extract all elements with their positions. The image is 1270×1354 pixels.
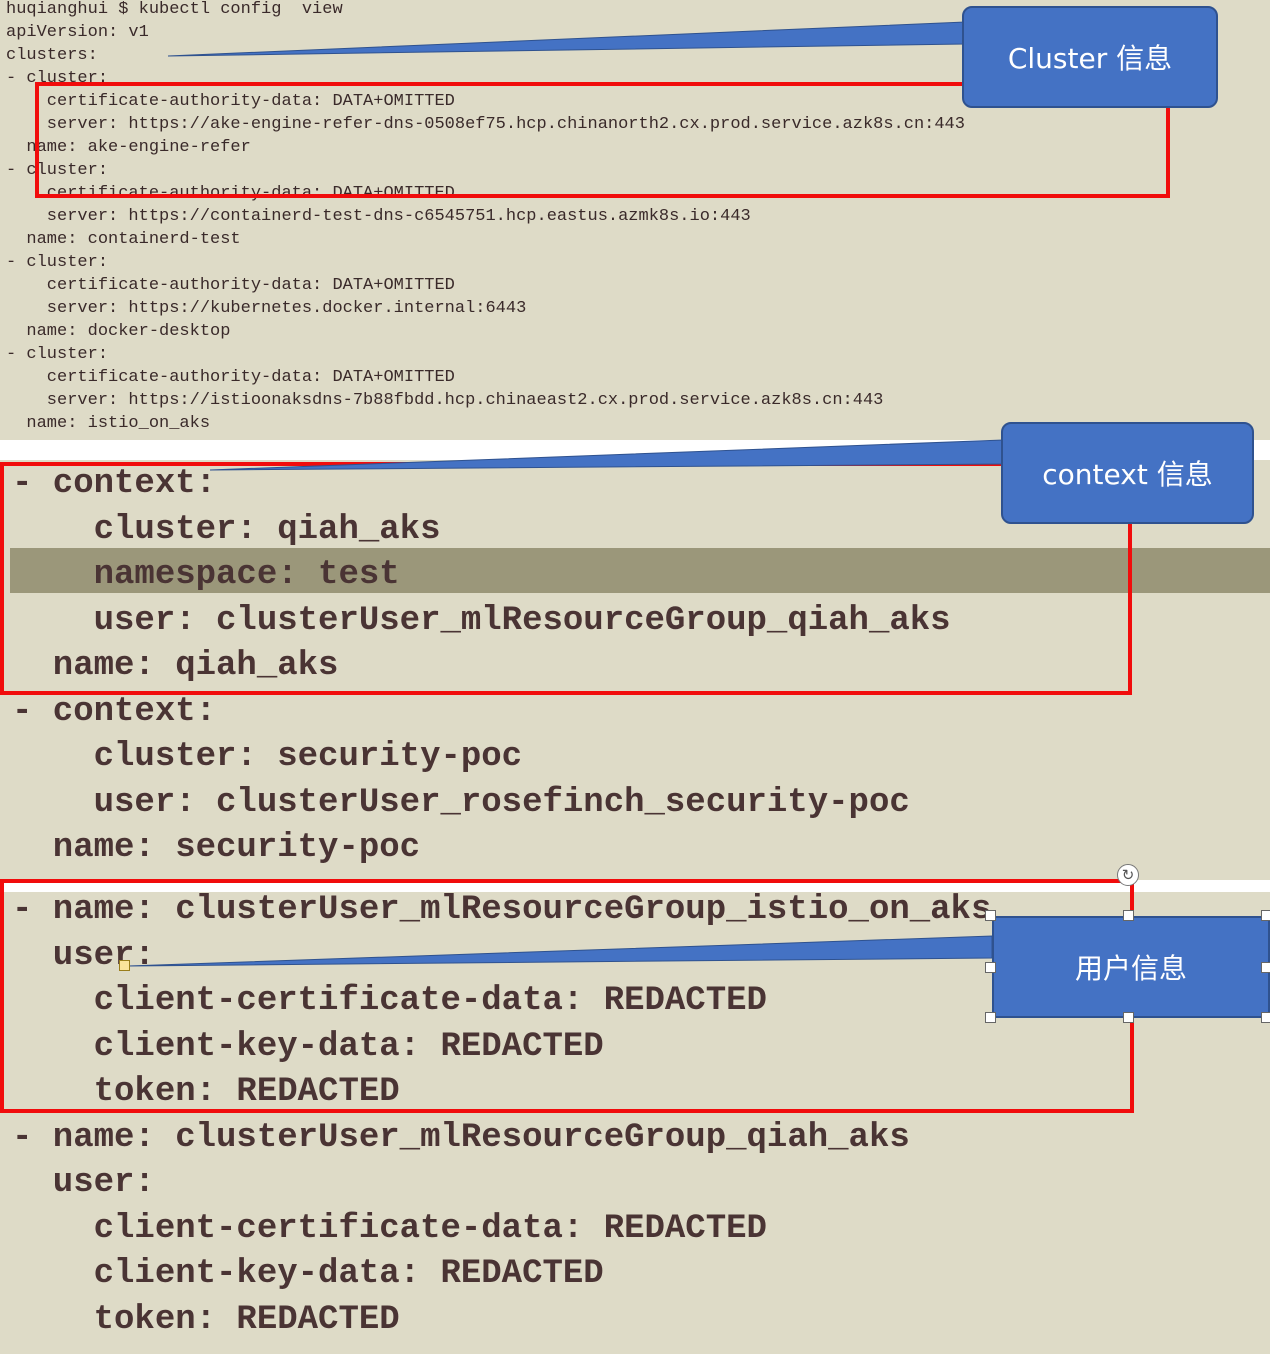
resize-handle-top-right[interactable] bbox=[1261, 910, 1270, 921]
callout-pointers bbox=[127, 21, 1004, 967]
resize-handle-middle-right[interactable] bbox=[1261, 962, 1270, 973]
rotate-handle-icon[interactable]: ↻ bbox=[1117, 864, 1139, 886]
resize-handle-middle-left[interactable] bbox=[985, 962, 996, 973]
context-info-callout[interactable]: context 信息 bbox=[1001, 422, 1254, 524]
cluster-info-callout[interactable]: Cluster 信息 bbox=[962, 6, 1218, 108]
resize-handle-bottom-center[interactable] bbox=[1123, 1012, 1134, 1023]
resize-handle-bottom-left[interactable] bbox=[985, 1012, 996, 1023]
pointer-adjust-handle[interactable] bbox=[119, 960, 130, 971]
resize-handle-top-center[interactable] bbox=[1123, 910, 1134, 921]
resize-handle-top-left[interactable] bbox=[985, 910, 996, 921]
resize-handle-bottom-right[interactable] bbox=[1261, 1012, 1270, 1023]
user-info-callout[interactable]: 用户信息 bbox=[992, 916, 1270, 1018]
